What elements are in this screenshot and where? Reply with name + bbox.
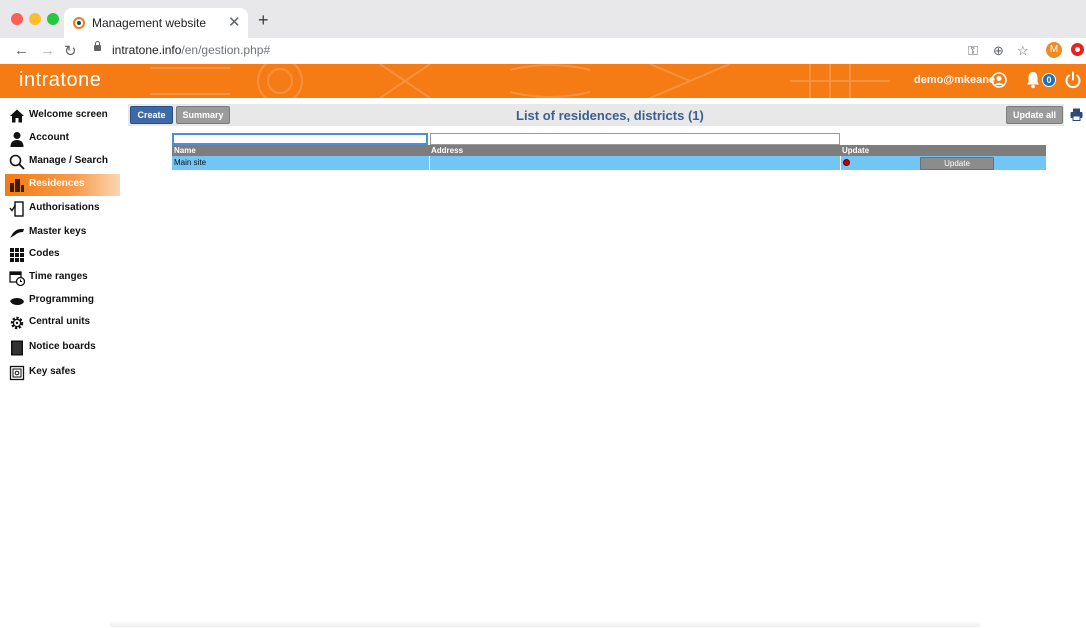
home-icon — [10, 109, 24, 123]
header-pattern — [150, 64, 890, 98]
sidebar-item-authorisations[interactable]: Authorisations — [5, 198, 120, 220]
notice-board-icon — [11, 340, 23, 356]
forward-icon[interactable]: → — [40, 42, 55, 59]
address-bar[interactable]: intratone.info/en/gestion.php# — [88, 40, 988, 61]
sidebar: Welcome screen Account Manage / Search R… — [0, 104, 121, 394]
update-all-button[interactable]: Update all — [1006, 106, 1063, 124]
sidebar-item-notice-boards[interactable]: Notice boards — [5, 337, 120, 359]
person-icon — [10, 132, 24, 147]
print-icon[interactable] — [1070, 108, 1083, 121]
notification-badge: 0 — [1042, 73, 1056, 87]
sidebar-item-label: Welcome screen — [29, 109, 108, 120]
keypad-icon — [10, 248, 24, 262]
intratone-logo[interactable]: intratone — [19, 69, 101, 92]
extension-icon[interactable] — [1071, 43, 1084, 56]
sidebar-item-manage-search[interactable]: Manage / Search — [5, 151, 120, 173]
sidebar-item-label: Manage / Search — [29, 155, 108, 166]
window-zoom-dot[interactable] — [47, 13, 59, 25]
status-indicator-icon — [843, 159, 850, 166]
lock-icon — [94, 41, 101, 51]
back-icon[interactable]: ← — [14, 42, 29, 59]
browser-tab[interactable]: Management website ✕ — [64, 8, 248, 38]
sidebar-item-key-safes[interactable]: Key safes — [5, 362, 120, 384]
sidebar-item-master-keys[interactable]: Master keys — [5, 222, 120, 244]
door-check-icon — [9, 201, 24, 217]
address-filter-input[interactable] — [430, 133, 840, 145]
profile-avatar[interactable]: M — [1046, 42, 1062, 58]
tab-title: Management website — [92, 16, 207, 30]
favicon-icon — [73, 17, 85, 29]
create-button[interactable]: Create — [130, 106, 173, 124]
bookmark-star-icon[interactable]: ☆ — [1017, 43, 1029, 59]
sidebar-item-time-ranges[interactable]: Time ranges — [5, 267, 120, 289]
window-close-dot[interactable] — [11, 13, 23, 25]
column-divider — [840, 156, 841, 170]
buildings-icon — [10, 179, 24, 192]
bottom-edge-shadow — [110, 621, 980, 627]
sidebar-item-label: Residences — [29, 178, 85, 189]
app-header: intratone demo@mkeane 0 — [0, 64, 1086, 98]
summary-button[interactable]: Summary — [176, 106, 230, 124]
window-minimize-dot[interactable] — [29, 13, 41, 25]
page-title: List of residences, districts (1) — [516, 108, 704, 123]
residence-name-cell[interactable]: Main site — [174, 158, 206, 167]
bell-icon[interactable] — [1025, 71, 1041, 89]
gear-icon — [10, 316, 24, 330]
new-tab-icon[interactable]: + — [258, 10, 269, 31]
sidebar-item-account[interactable]: Account — [5, 128, 120, 150]
zoom-icon[interactable]: ⊕ — [993, 43, 1004, 59]
sidebar-item-label: Master keys — [29, 226, 87, 237]
column-header-name[interactable]: Name — [174, 146, 196, 155]
sidebar-item-label: Authorisations — [29, 202, 100, 213]
search-icon — [9, 154, 25, 170]
sidebar-item-residences[interactable]: Residences — [5, 174, 120, 196]
sidebar-item-welcome-screen[interactable]: Welcome screen — [5, 105, 120, 127]
browser-toolbar: ← → ↻ intratone.info/en/gestion.php# ⚿ ⊕… — [0, 38, 1086, 64]
sidebar-item-label: Programming — [29, 294, 95, 305]
sidebar-item-label: Key safes — [29, 366, 76, 377]
column-divider — [429, 156, 430, 170]
name-filter-input[interactable] — [172, 133, 428, 145]
sidebar-item-programming[interactable]: Programming — [5, 290, 120, 312]
calendar-clock-icon — [9, 271, 25, 286]
tab-close-icon[interactable]: ✕ — [228, 13, 241, 31]
sidebar-item-central-units[interactable]: Central units — [5, 312, 120, 334]
reload-icon[interactable]: ↻ — [64, 42, 77, 60]
url-text: intratone.info/en/gestion.php# — [112, 43, 271, 57]
power-icon[interactable] — [1064, 71, 1082, 89]
sidebar-item-codes[interactable]: Codes — [5, 244, 120, 266]
programmer-icon — [10, 298, 24, 305]
sidebar-item-label: Notice boards — [29, 341, 96, 352]
sidebar-item-label: Time ranges — [29, 271, 88, 282]
table-header: Name Address Update — [172, 145, 1046, 156]
user-email[interactable]: demo@mkeane — [914, 74, 995, 86]
update-button[interactable]: Update — [920, 157, 994, 170]
sidebar-item-label: Central units — [29, 316, 91, 327]
column-header-address[interactable]: Address — [431, 146, 463, 155]
user-circle-icon[interactable] — [991, 72, 1007, 88]
column-header-update[interactable]: Update — [842, 146, 869, 155]
safe-icon — [9, 365, 25, 381]
key-fob-icon — [10, 228, 24, 238]
key-icon[interactable]: ⚿ — [968, 43, 978, 59]
sidebar-item-label: Account — [29, 132, 69, 143]
browser-tab-strip: Management website ✕ + — [0, 0, 1086, 38]
table-row[interactable]: Main site Update — [172, 156, 1046, 170]
sidebar-item-label: Codes — [29, 248, 60, 259]
